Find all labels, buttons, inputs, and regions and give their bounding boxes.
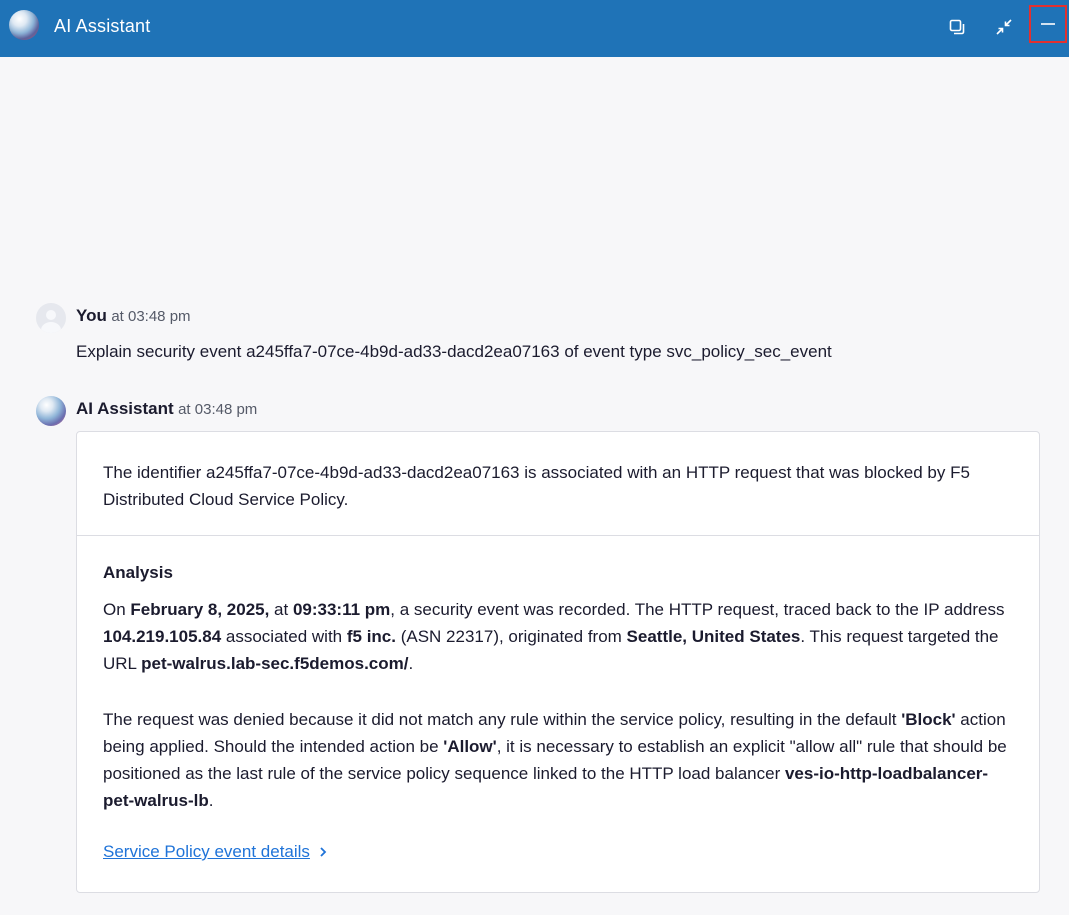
user-message-meta: You at 03:48 pm bbox=[76, 306, 191, 326]
assistant-avatar-icon bbox=[36, 396, 66, 426]
assistant-response-card: The identifier a245ffa7-07ce-4b9d-ad33-d… bbox=[76, 431, 1040, 893]
ip-address: 104.219.105.84 bbox=[103, 627, 222, 646]
header-title: AI Assistant bbox=[54, 16, 151, 36]
response-intro: The identifier a245ffa7-07ce-4b9d-ad33-d… bbox=[103, 463, 970, 509]
user-author: You bbox=[76, 306, 107, 325]
popout-button[interactable] bbox=[938, 8, 976, 46]
assistant-message-meta: AI Assistant at 03:48 pm bbox=[76, 399, 257, 419]
event-time: 09:33:11 pm bbox=[292, 600, 391, 619]
allow-action: 'Allow' bbox=[443, 737, 497, 756]
analysis-paragraph-1: On February 8, 2025, at 09:33:11 pm, a s… bbox=[103, 600, 1005, 673]
minimize-icon bbox=[1041, 23, 1055, 25]
user-time: at 03:48 pm bbox=[111, 308, 191, 325]
analysis-paragraph-2: The request was denied because it did no… bbox=[103, 710, 1007, 810]
analysis-heading: Analysis bbox=[103, 563, 173, 582]
location: Seattle, United States bbox=[626, 627, 801, 646]
block-action: 'Block' bbox=[901, 710, 956, 729]
popout-icon bbox=[949, 19, 965, 35]
user-message-text: Explain security event a245ffa7-07ce-4b9… bbox=[76, 342, 832, 361]
minimize-button[interactable] bbox=[1029, 5, 1067, 43]
assistant-header: AI Assistant bbox=[0, 0, 1069, 57]
target-url: pet-walrus.lab-sec.f5demos.com/ bbox=[141, 654, 409, 673]
collapse-icon bbox=[996, 19, 1012, 35]
assistant-author: AI Assistant bbox=[76, 399, 174, 418]
service-policy-details-link[interactable]: Service Policy event details bbox=[103, 842, 328, 862]
event-date: February 8, 2025, bbox=[130, 600, 270, 619]
assistant-time: at 03:48 pm bbox=[178, 401, 258, 418]
logo-orb-icon bbox=[9, 10, 39, 40]
card-divider bbox=[77, 535, 1039, 536]
user-avatar bbox=[36, 303, 66, 333]
organization: f5 inc. bbox=[346, 627, 396, 646]
chevron-right-icon bbox=[320, 847, 327, 857]
details-link-label[interactable]: Service Policy event details bbox=[103, 842, 310, 862]
collapse-button[interactable] bbox=[985, 8, 1023, 46]
